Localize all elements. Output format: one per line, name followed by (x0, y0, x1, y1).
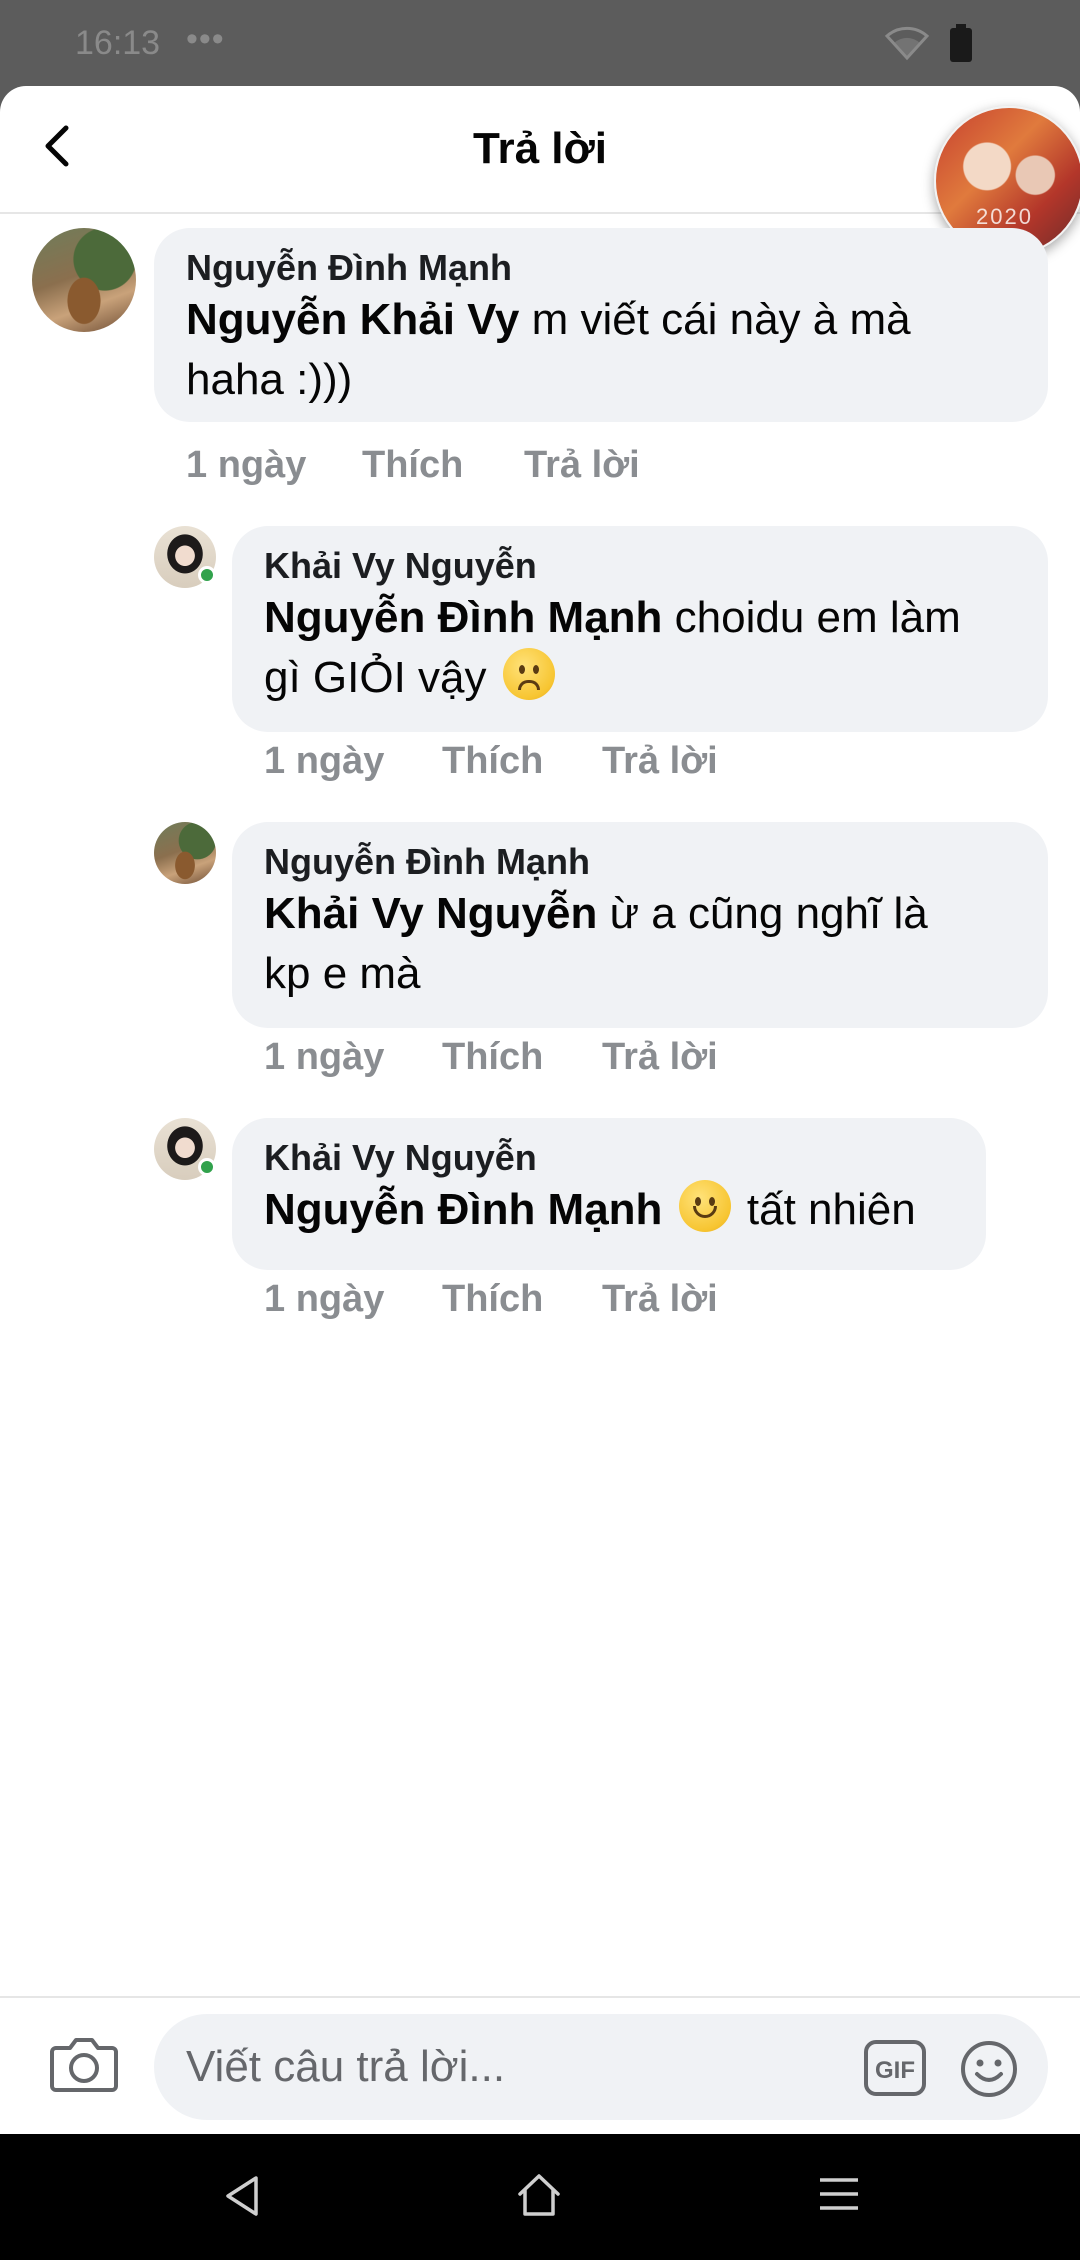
comment-author[interactable]: Nguyễn Đình Mạnh (186, 246, 1018, 290)
reply-button[interactable]: Trả lời (524, 444, 640, 487)
smiley-icon[interactable] (960, 2040, 1018, 2098)
mention-link[interactable]: Nguyễn Đình Mạnh (264, 1185, 662, 1234)
nav-menu-icon[interactable] (818, 2174, 860, 2214)
comment-text-line: choidu em làm (662, 593, 961, 642)
gif-button[interactable]: GIF (864, 2040, 926, 2096)
comment-text: Khải Vy Nguyễn ừ a cũng nghĩ là kp e mà (264, 884, 1018, 1004)
reply-button[interactable]: Trả lời (602, 1278, 718, 1321)
comment-text: Nguyễn Khải Vy m viết cái này à mà haha … (186, 290, 1018, 410)
comment-time: 1 ngày (264, 740, 385, 782)
header: Trả lời (0, 86, 1080, 214)
like-button[interactable]: Thích (442, 1036, 543, 1079)
reply-sheet: Trả lời 2020 Nguyễn Đình Mạnh Nguyễn Khả… (0, 86, 1080, 2134)
status-time: 16:13 (75, 24, 161, 62)
reply-composer: GIF (0, 1996, 1080, 2134)
comment-time: 1 ngày (264, 1278, 385, 1320)
reply-button[interactable]: Trả lời (602, 1036, 718, 1079)
comment-text-line: m viết cái này à mà (519, 295, 911, 344)
online-indicator (198, 566, 216, 584)
comment-bubble[interactable]: Khải Vy Nguyễn Nguyễn Đình Mạnh tất nhiê… (232, 1118, 986, 1270)
reply-button[interactable]: Trả lời (602, 740, 718, 783)
frown-emoji-icon (502, 648, 555, 700)
avatar[interactable] (154, 822, 216, 884)
comment-text-line: haha :))) (186, 355, 353, 404)
comment-text-line: tất nhiên (746, 1185, 916, 1234)
notification-dots: ••• (186, 20, 225, 58)
nav-home-icon[interactable] (514, 2170, 564, 2220)
comment-text-line: kp e mà (264, 949, 421, 998)
comment-bubble[interactable]: Khải Vy Nguyễn Nguyễn Đình Mạnh choidu e… (232, 526, 1048, 732)
chat-head-text: 2020 (976, 204, 1033, 229)
comment-time: 1 ngày (264, 1036, 385, 1078)
comment-time: 1 ngày (186, 444, 307, 486)
comment-author[interactable]: Khải Vy Nguyễn (264, 1136, 956, 1180)
nav-back-icon[interactable] (222, 2174, 262, 2218)
smile-emoji-icon (678, 1180, 731, 1232)
mention-link[interactable]: Nguyễn Đình Mạnh (264, 593, 662, 642)
gif-icon: GIF (864, 2040, 926, 2096)
comment-bubble[interactable]: Nguyễn Đình Mạnh Nguyễn Khải Vy m viết c… (154, 228, 1048, 422)
system-nav-bar (0, 2134, 1080, 2260)
like-button[interactable]: Thích (442, 740, 543, 783)
like-button[interactable]: Thích (362, 444, 463, 487)
comment-author[interactable]: Nguyễn Đình Mạnh (264, 840, 1018, 884)
wifi-icon (884, 26, 930, 61)
gif-label: GIF (875, 2057, 915, 2084)
mention-link[interactable]: Nguyễn Khải Vy (186, 295, 519, 344)
status-bar: 16:13 ••• (0, 0, 1080, 86)
comment-bubble[interactable]: Nguyễn Đình Mạnh Khải Vy Nguyễn ừ a cũng… (232, 822, 1048, 1028)
like-button[interactable]: Thích (442, 1278, 543, 1321)
battery-icon (950, 24, 972, 62)
avatar[interactable] (32, 228, 136, 332)
comment-text-line: ừ a cũng nghĩ là (597, 889, 928, 938)
page-title: Trả lời (473, 124, 607, 173)
comment-text: Nguyễn Đình Mạnh choidu em làm gì GIỎI v… (264, 588, 1018, 708)
comment-text-line: gì GIỎI vậy (264, 653, 487, 702)
comment-author[interactable]: Khải Vy Nguyễn (264, 544, 1018, 588)
mention-link[interactable]: Khải Vy Nguyễn (264, 889, 597, 938)
online-indicator (198, 1158, 216, 1176)
comment-text: Nguyễn Đình Mạnh tất nhiên (264, 1180, 956, 1240)
camera-icon[interactable] (50, 2034, 118, 2092)
